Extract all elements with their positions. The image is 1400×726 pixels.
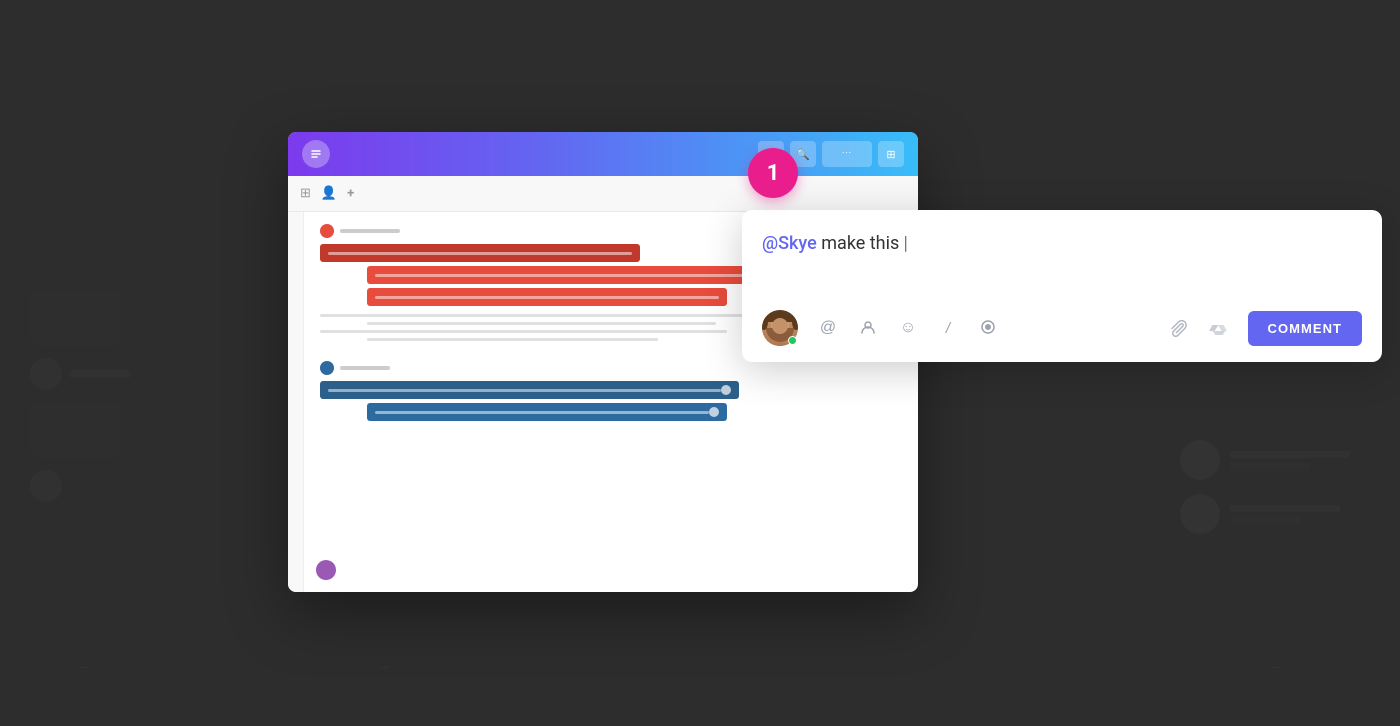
red-avatar bbox=[320, 224, 334, 238]
red-task-bar-2 bbox=[367, 266, 804, 284]
blue-avatar bbox=[320, 361, 334, 375]
cursor: | bbox=[904, 233, 908, 254]
at-icon: @ bbox=[820, 319, 836, 337]
bottom-avatar bbox=[316, 560, 336, 580]
header-menu-icon[interactable]: ··· bbox=[822, 141, 872, 167]
slash-button[interactable]: / bbox=[930, 310, 966, 346]
blue-task-bar-2 bbox=[367, 403, 728, 421]
mention-button[interactable]: @ bbox=[810, 310, 846, 346]
comment-text-area[interactable]: @Skye make this | bbox=[762, 230, 1362, 290]
toolbar-add-icon[interactable]: + bbox=[347, 186, 354, 201]
blue-task-bar-1 bbox=[320, 381, 739, 399]
assign-button[interactable] bbox=[850, 310, 886, 346]
bg-label-3: ... bbox=[1271, 658, 1280, 671]
app-sidebar bbox=[288, 212, 304, 592]
record-button[interactable] bbox=[970, 310, 1006, 346]
header-grid-icon[interactable]: ⊞ bbox=[878, 141, 904, 167]
bg-label-2: ... bbox=[380, 658, 389, 671]
red-task-bar-1 bbox=[320, 244, 640, 262]
slash-icon: / bbox=[946, 320, 950, 337]
emoji-button[interactable]: ☺ bbox=[890, 310, 926, 346]
comment-toolbar: @ ☺ / bbox=[762, 310, 1362, 346]
record-icon bbox=[979, 318, 997, 339]
toolbar-grid-icon[interactable]: ⊞ bbox=[300, 186, 311, 201]
attach-button[interactable] bbox=[1160, 310, 1196, 346]
drive-button[interactable] bbox=[1200, 310, 1236, 346]
comment-body-text: make this bbox=[817, 233, 904, 254]
blue-task-section bbox=[320, 361, 902, 421]
notification-badge: 1 bbox=[748, 148, 798, 198]
app-toolbar: ⊞ 👤 + bbox=[288, 176, 918, 212]
app-window: 🔔 🔍 ··· ⊞ ⊞ 👤 + bbox=[288, 132, 918, 592]
mention-text: @Skye bbox=[762, 233, 817, 254]
bg-label-1: ... bbox=[80, 658, 89, 671]
app-logo bbox=[302, 140, 330, 168]
comment-popup: @Skye make this | @ bbox=[742, 210, 1382, 362]
notification-number: 1 bbox=[767, 161, 780, 186]
red-task-bar-3 bbox=[367, 288, 728, 306]
online-status-dot bbox=[788, 336, 797, 345]
assign-icon bbox=[859, 318, 877, 339]
commenter-avatar-wrap bbox=[762, 310, 798, 346]
app-header: 🔔 🔍 ··· ⊞ bbox=[288, 132, 918, 176]
toolbar-team-icon[interactable]: 👤 bbox=[321, 186, 337, 201]
emoji-icon: ☺ bbox=[900, 319, 916, 337]
comment-button[interactable]: COMMENT bbox=[1248, 311, 1362, 346]
